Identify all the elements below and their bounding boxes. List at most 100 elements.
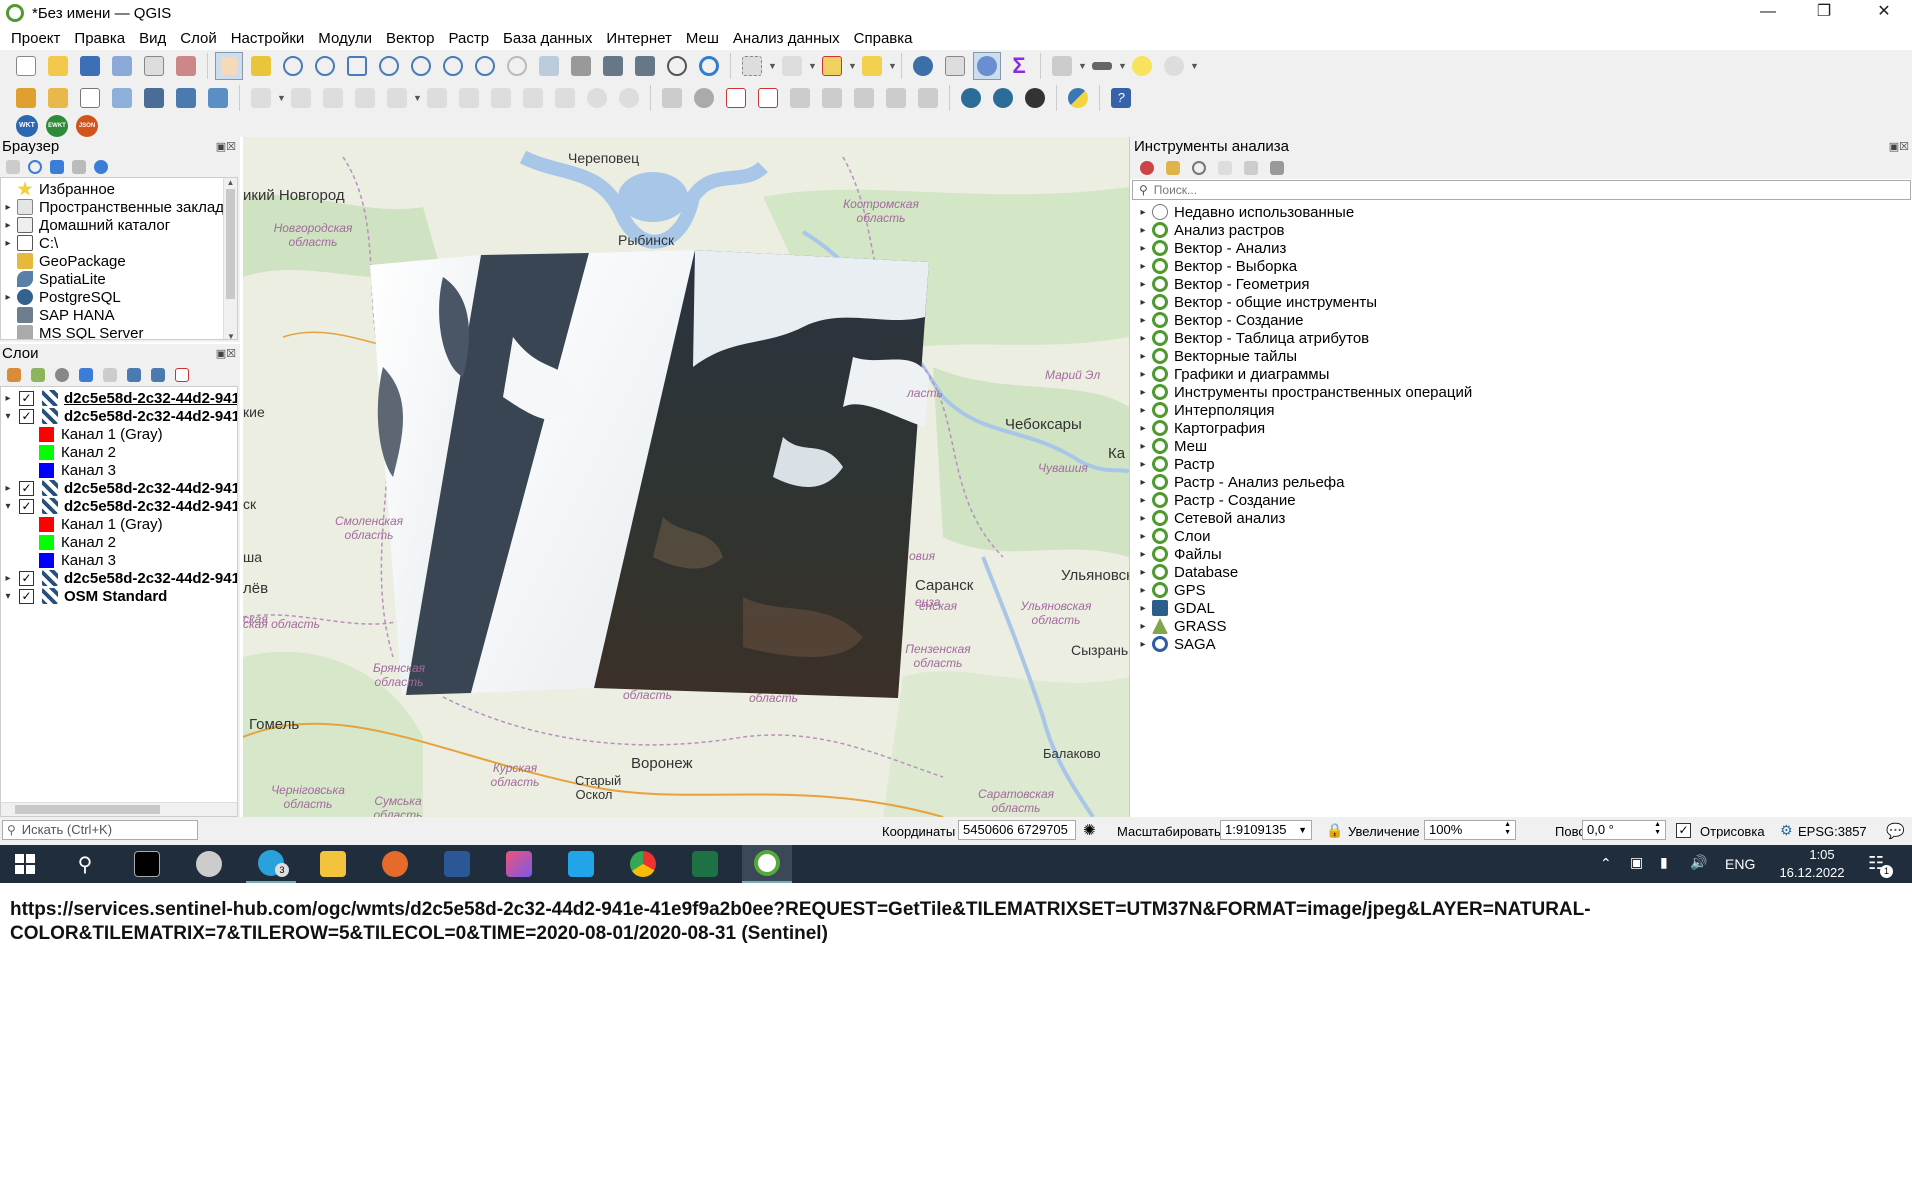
new-3d-view-icon[interactable] bbox=[567, 52, 595, 80]
help-icon[interactable]: ? bbox=[1107, 84, 1135, 112]
layer-row[interactable]: ▾ ✓ OSM Standard bbox=[1, 585, 167, 607]
layer-visibility-checkbox[interactable]: ✓ bbox=[19, 408, 34, 424]
vscode-icon[interactable] bbox=[556, 845, 606, 883]
filter-expression-icon[interactable] bbox=[100, 366, 120, 384]
layer-visibility-checkbox[interactable]: ✓ bbox=[19, 390, 34, 406]
map-tips-icon[interactable] bbox=[1128, 52, 1156, 80]
plugin-globe2-icon[interactable] bbox=[989, 84, 1017, 112]
menu-help[interactable]: Справка bbox=[847, 30, 920, 47]
firefox-icon[interactable] bbox=[370, 845, 420, 883]
wkt-icon[interactable]: WKT bbox=[14, 114, 40, 137]
print-layout-icon[interactable] bbox=[140, 52, 168, 80]
tray-battery-icon[interactable]: ▮ bbox=[1660, 854, 1668, 871]
file-explorer-icon[interactable] bbox=[308, 845, 358, 883]
edit-pencil-icon[interactable] bbox=[287, 84, 315, 112]
toggle-extents-icon[interactable]: ✺ bbox=[1083, 821, 1096, 839]
cut-features-icon[interactable] bbox=[487, 84, 515, 112]
tray-volume-icon[interactable]: 🔊 bbox=[1690, 854, 1707, 871]
measure-icon[interactable] bbox=[1088, 52, 1116, 80]
add-selected-layers-icon[interactable] bbox=[4, 158, 22, 176]
chrome-icon[interactable] bbox=[618, 845, 668, 883]
clock-date[interactable]: 16.12.2022 bbox=[1770, 865, 1854, 880]
intellij-icon[interactable] bbox=[494, 845, 544, 883]
bookmark-new-icon[interactable] bbox=[599, 52, 627, 80]
vertex-tool-icon[interactable] bbox=[383, 84, 411, 112]
excel-icon[interactable] bbox=[680, 845, 730, 883]
ewkt-icon[interactable]: EWKT bbox=[44, 114, 70, 137]
map-canvas[interactable]: Череповец икий Новгород Рыбинск Чебоксар… bbox=[243, 137, 1129, 817]
add-virtual-layer-icon[interactable] bbox=[204, 84, 232, 112]
zoom-full-icon[interactable] bbox=[343, 52, 371, 80]
scripts-icon[interactable] bbox=[1162, 159, 1184, 177]
save-project-icon[interactable] bbox=[76, 52, 104, 80]
minimize-button[interactable]: — bbox=[1740, 0, 1796, 26]
collapse-all-icon[interactable] bbox=[70, 158, 88, 176]
new-project-icon[interactable] bbox=[12, 52, 40, 80]
add-raster-layer-icon[interactable] bbox=[172, 84, 200, 112]
remove-layer-icon[interactable] bbox=[172, 366, 192, 384]
browser-item-mssql[interactable]: MS SQL Server bbox=[1, 322, 143, 339]
menu-database[interactable]: База данных bbox=[496, 30, 599, 47]
new-map-view-icon[interactable] bbox=[535, 52, 563, 80]
zoom-layer-icon[interactable] bbox=[407, 52, 435, 80]
paste-features-icon[interactable] bbox=[551, 84, 579, 112]
menu-plugins[interactable]: Модули bbox=[311, 30, 379, 47]
add-wms-layer-icon[interactable] bbox=[140, 84, 168, 112]
pan-to-selection-icon[interactable] bbox=[247, 52, 275, 80]
redo-icon[interactable] bbox=[615, 84, 643, 112]
refresh-icon[interactable] bbox=[26, 158, 44, 176]
temporal-controller-icon[interactable] bbox=[663, 52, 691, 80]
menu-web[interactable]: Интернет bbox=[599, 30, 678, 47]
move-label-icon[interactable] bbox=[850, 84, 878, 112]
json-icon[interactable]: JSON bbox=[74, 114, 100, 137]
new-shapefile-icon[interactable] bbox=[108, 84, 136, 112]
attribute-table-icon[interactable] bbox=[941, 52, 969, 80]
zoom-last-icon[interactable] bbox=[471, 52, 499, 80]
copy-features-icon[interactable] bbox=[519, 84, 547, 112]
manage-visibility-icon[interactable] bbox=[52, 366, 72, 384]
bookmarks-icon[interactable] bbox=[631, 52, 659, 80]
add-group-icon[interactable] bbox=[28, 366, 48, 384]
undo-icon[interactable] bbox=[583, 84, 611, 112]
search-icon[interactable]: ⚲ bbox=[60, 845, 110, 883]
menu-view[interactable]: Вид bbox=[132, 30, 173, 47]
delete-selected-icon[interactable] bbox=[455, 84, 483, 112]
style-manager-icon[interactable] bbox=[172, 52, 200, 80]
panel-float-close-icon[interactable]: ▣☒ bbox=[1889, 137, 1909, 157]
python-console-icon[interactable] bbox=[1064, 84, 1092, 112]
actions-icon[interactable] bbox=[1160, 52, 1188, 80]
browser-scrollbar[interactable]: ▲ ▼ bbox=[223, 178, 237, 339]
language-indicator[interactable]: ENG bbox=[1725, 856, 1755, 872]
layer-visibility-checkbox[interactable]: ✓ bbox=[19, 588, 34, 604]
windows-start-icon[interactable] bbox=[0, 845, 50, 883]
layers-horizontal-scrollbar[interactable] bbox=[1, 802, 237, 816]
zoom-native-icon[interactable] bbox=[439, 52, 467, 80]
statistics-sigma-icon[interactable]: Σ bbox=[1005, 52, 1033, 80]
style-brush-icon[interactable] bbox=[4, 366, 24, 384]
terminal-icon[interactable] bbox=[122, 845, 172, 883]
rotate-label-icon[interactable] bbox=[882, 84, 910, 112]
modify-attributes-icon[interactable] bbox=[423, 84, 451, 112]
properties-icon[interactable] bbox=[92, 158, 110, 176]
deselect-icon[interactable] bbox=[818, 52, 846, 80]
save-as-icon[interactable] bbox=[108, 52, 136, 80]
select-by-value-icon[interactable] bbox=[778, 52, 806, 80]
show-labels-icon[interactable] bbox=[818, 84, 846, 112]
field-calculator-icon[interactable] bbox=[1048, 52, 1076, 80]
layer-visibility-checkbox[interactable]: ✓ bbox=[19, 480, 34, 496]
open-project-icon[interactable] bbox=[44, 52, 72, 80]
crs-globe-icon[interactable]: ⚙ bbox=[1780, 822, 1793, 839]
edit-features-inplace-icon[interactable] bbox=[1240, 159, 1262, 177]
processing-group[interactable]: ▸ SAGA bbox=[1136, 633, 1215, 655]
collapse-all-icon[interactable] bbox=[148, 366, 168, 384]
expand-all-icon[interactable] bbox=[124, 366, 144, 384]
pin-labels-icon[interactable] bbox=[786, 84, 814, 112]
menu-layer[interactable]: Слой bbox=[173, 30, 223, 47]
zoom-out-icon[interactable] bbox=[311, 52, 339, 80]
zoom-in-icon[interactable] bbox=[279, 52, 307, 80]
clock-time[interactable]: 1:05 bbox=[1790, 847, 1854, 862]
processing-search-input[interactable]: ⚲ Поиск... bbox=[1132, 180, 1911, 200]
layer-diagram-icon[interactable] bbox=[690, 84, 718, 112]
menu-vector[interactable]: Вектор bbox=[379, 30, 441, 47]
label-abc-red-icon[interactable] bbox=[754, 84, 782, 112]
